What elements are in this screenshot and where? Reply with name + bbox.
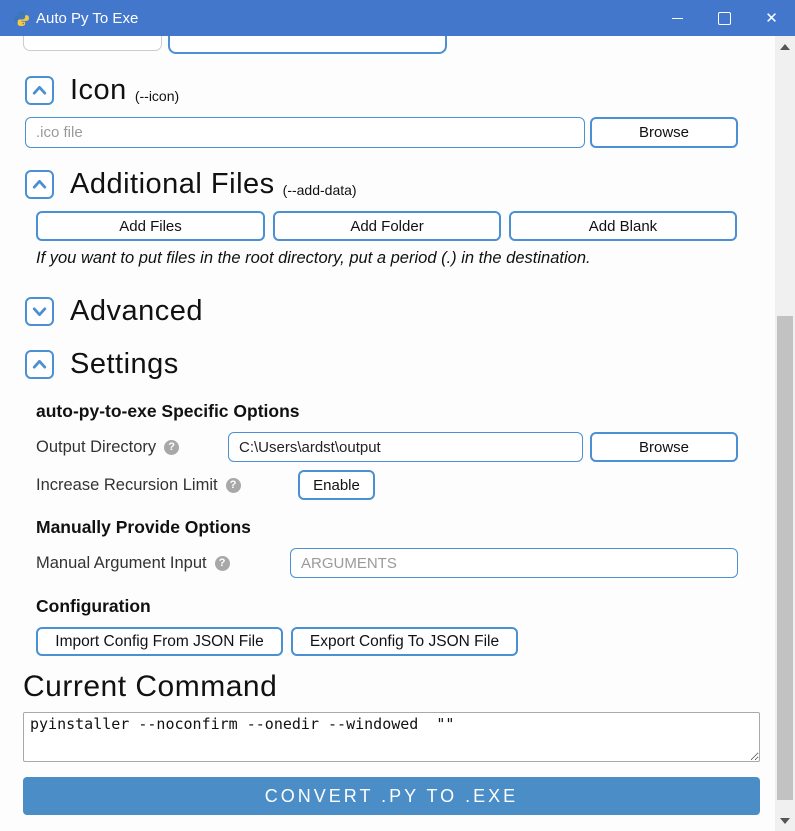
window-title: Auto Py To Exe xyxy=(36,0,138,36)
scroll-up-button[interactable] xyxy=(775,38,795,55)
window-based-button-partial[interactable] xyxy=(168,36,447,54)
export-config-button[interactable]: Export Config To JSON File xyxy=(291,627,518,656)
settings-section-title: Settings xyxy=(70,348,179,381)
current-command-title: Current Command xyxy=(23,670,277,704)
ico-file-input[interactable] xyxy=(25,117,585,148)
recursion-limit-label: Increase Recursion Limit xyxy=(36,476,218,495)
additional-files-note: If you want to put files in the root dir… xyxy=(36,249,591,268)
scroll-down-button[interactable] xyxy=(775,812,795,829)
python-logo-icon xyxy=(13,10,30,27)
settings-section-header: Settings xyxy=(25,348,179,381)
app-window: Auto Py To Exe ✕ Icon (--icon) Browse Ad… xyxy=(0,0,795,831)
chevron-down-icon xyxy=(31,303,48,320)
additional-files-section-title: Additional Files xyxy=(70,168,275,201)
add-blank-button[interactable]: Add Blank xyxy=(509,211,737,241)
icon-collapse-toggle[interactable] xyxy=(25,76,54,105)
output-directory-input[interactable] xyxy=(228,432,583,462)
settings-collapse-toggle[interactable] xyxy=(25,350,54,379)
console-based-button-partial[interactable] xyxy=(23,36,162,51)
current-command-textarea[interactable]: pyinstaller --noconfirm --onedir --windo… xyxy=(23,712,760,762)
icon-section-header: Icon (--icon) xyxy=(25,74,179,107)
output-directory-row-label: Output Directory ? xyxy=(36,432,179,462)
manual-argument-label: Manual Argument Input xyxy=(36,554,207,573)
advanced-section-title: Advanced xyxy=(70,295,203,328)
import-config-button[interactable]: Import Config From JSON File xyxy=(36,627,283,656)
recursion-enable-button[interactable]: Enable xyxy=(298,470,375,500)
scroll-down-icon xyxy=(780,818,790,824)
chevron-up-icon xyxy=(31,356,48,373)
manual-argument-input[interactable] xyxy=(290,548,738,578)
recursion-limit-row-label: Increase Recursion Limit ? xyxy=(36,470,241,500)
advanced-collapse-toggle[interactable] xyxy=(25,297,54,326)
titlebar: Auto Py To Exe ✕ xyxy=(0,0,795,36)
chevron-up-icon xyxy=(31,82,48,99)
icon-section-title: Icon xyxy=(70,74,127,107)
chevron-up-icon xyxy=(31,176,48,193)
additional-files-collapse-toggle[interactable] xyxy=(25,170,54,199)
specific-options-heading: auto-py-to-exe Specific Options xyxy=(36,401,300,422)
recursion-limit-help-icon[interactable]: ? xyxy=(226,478,241,493)
add-files-button[interactable]: Add Files xyxy=(36,211,265,241)
maximize-button[interactable] xyxy=(701,0,748,36)
convert-button[interactable]: CONVERT .PY TO .EXE xyxy=(23,777,760,815)
maximize-icon xyxy=(718,12,731,25)
vertical-scrollbar[interactable] xyxy=(775,36,795,831)
manual-argument-row-label: Manual Argument Input ? xyxy=(36,548,230,578)
minimize-button[interactable] xyxy=(654,0,701,36)
window-controls: ✕ xyxy=(654,0,795,36)
configuration-heading: Configuration xyxy=(36,596,151,617)
scrollbar-thumb[interactable] xyxy=(777,316,793,800)
advanced-section-header: Advanced xyxy=(25,295,203,328)
close-icon: ✕ xyxy=(765,11,778,26)
additional-files-section-flag: (--add-data) xyxy=(283,182,357,201)
add-folder-button[interactable]: Add Folder xyxy=(273,211,501,241)
output-directory-browse-button[interactable]: Browse xyxy=(590,432,738,462)
manual-argument-help-icon[interactable]: ? xyxy=(215,556,230,571)
minimize-icon xyxy=(672,18,683,19)
scroll-up-icon xyxy=(780,44,790,50)
icon-section-flag: (--icon) xyxy=(135,88,179,107)
additional-files-section-header: Additional Files (--add-data) xyxy=(25,168,357,201)
output-directory-help-icon[interactable]: ? xyxy=(164,440,179,455)
close-button[interactable]: ✕ xyxy=(748,0,795,36)
manual-options-heading: Manually Provide Options xyxy=(36,517,251,538)
icon-browse-button[interactable]: Browse xyxy=(590,117,738,148)
output-directory-label: Output Directory xyxy=(36,438,156,457)
